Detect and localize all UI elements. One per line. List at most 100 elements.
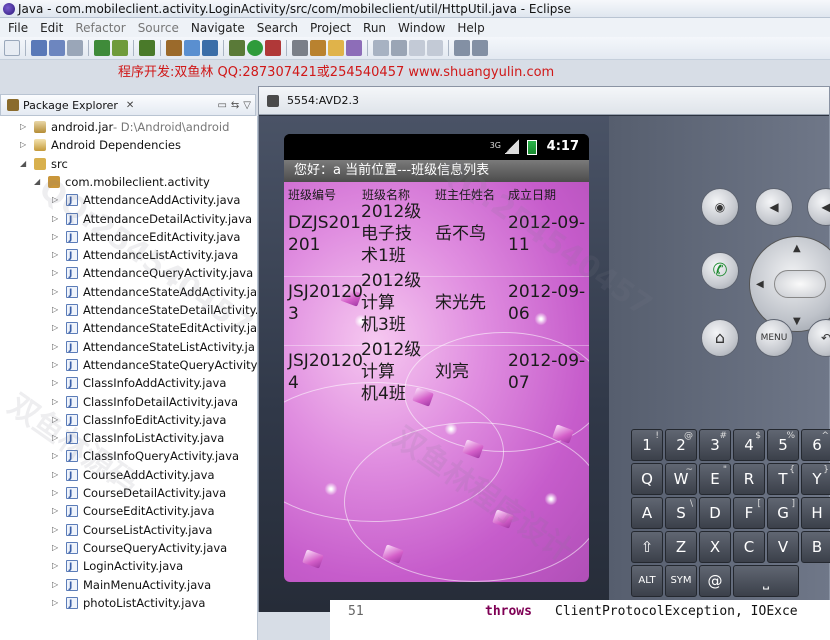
save-icon[interactable] [31,40,47,56]
key[interactable]: @ [699,565,731,597]
tree-item[interactable]: ▷ CourseAddActivity.java [0,466,257,485]
tree-item[interactable]: ▷ AttendanceListActivity.java [0,246,257,265]
row-3-teacher[interactable]: 刘亮 [435,361,469,383]
row-1-date[interactable]: 2012-09- 11 [508,212,585,256]
collapsed-arrow-icon[interactable]: ▷ [52,429,60,447]
key[interactable]: Q [631,463,663,495]
tree-item[interactable]: ▷ AttendanceStateListActivity.ja [0,338,257,357]
collapsed-arrow-icon[interactable]: ▷ [52,594,60,612]
avd-manager-icon[interactable] [112,40,128,56]
row-2-teacher[interactable]: 宋光先 [435,292,486,314]
collapsed-arrow-icon[interactable]: ▷ [52,356,60,374]
collapsed-arrow-icon[interactable]: ▷ [52,374,60,392]
key[interactable]: F[ [733,497,765,529]
camera-button[interactable]: ◉ [701,188,739,226]
tree-item[interactable]: ◢ com.mobileclient.activity [0,173,257,191]
folder-icon[interactable] [328,40,344,56]
tree-item[interactable]: ▷ ClassInfoDetailActivity.java [0,393,257,412]
volume-down-button[interactable]: ◀ [755,188,793,226]
key[interactable]: T{ [767,463,799,495]
row-2-code[interactable]: JSJ20120 3 [288,281,363,325]
tab-package-explorer[interactable]: Package Explorer ✕ [7,99,134,112]
tree-item[interactable]: ▷ AttendanceDetailActivity.java [0,210,257,229]
tree-item[interactable]: ▷ Android Dependencies [0,136,257,154]
expanded-arrow-icon[interactable]: ◢ [34,173,42,191]
collapsed-arrow-icon[interactable]: ▷ [52,319,60,337]
lint-icon[interactable] [139,40,155,56]
tree-item[interactable]: ▷ CourseEditActivity.java [0,502,257,521]
key[interactable]: 3 # [699,429,731,461]
row-3-name[interactable]: 2012级 计算 机4班 [361,339,421,405]
tree-item[interactable]: ▷ photoListActivity.java [0,594,257,613]
row-3-code[interactable]: JSJ20120 4 [288,350,363,394]
menu-item-file[interactable]: File [2,21,34,35]
next-annotation-icon[interactable] [409,40,425,56]
collapsed-arrow-icon[interactable]: ▷ [52,301,60,319]
collapsed-arrow-icon[interactable]: ▷ [52,447,60,465]
menu-item-search[interactable]: Search [251,21,304,35]
tree-item[interactable]: ▷ ClassInfoAddActivity.java [0,374,257,393]
close-icon[interactable]: ✕ [126,100,134,111]
tree-item[interactable]: ▷ CourseDetailActivity.java [0,484,257,503]
key[interactable]: D [699,497,731,529]
collapsed-arrow-icon[interactable]: ▷ [52,393,60,411]
menu-item-help[interactable]: Help [451,21,490,35]
tree-item[interactable]: ▷ AttendanceQueryActivity.java [0,264,257,283]
dpad-center[interactable] [774,270,826,298]
prev-annotation-icon[interactable] [427,40,443,56]
print-icon[interactable] [67,40,83,56]
menu-item-refactor[interactable]: Refactor [69,21,131,35]
tree-item[interactable]: ▷ AttendanceStateDetailActivity. [0,301,257,320]
collapsed-arrow-icon[interactable]: ▷ [52,411,60,429]
collapsed-arrow-icon[interactable]: ▷ [20,136,28,154]
key[interactable]: A [631,497,663,529]
edit-icon[interactable] [346,40,362,56]
expanded-arrow-icon[interactable]: ◢ [20,155,28,173]
collapsed-arrow-icon[interactable]: ▷ [52,191,60,209]
view-menu-icon[interactable]: ▽ [243,100,251,111]
key[interactable]: ALT [631,565,663,597]
menu-item-navigate[interactable]: Navigate [185,21,251,35]
tree-item[interactable]: ▷ AttendanceEditActivity.java [0,228,257,247]
back-icon[interactable] [454,40,470,56]
back-button[interactable]: ↶ [807,319,830,357]
call-button[interactable]: ✆ [701,252,739,290]
dpad[interactable]: ▲ ▼ ◀ ▶ [749,236,830,332]
debug-icon[interactable] [229,40,245,56]
row-2-name[interactable]: 2012级 计算 机3班 [361,270,421,336]
key[interactable]: V [767,531,799,563]
collapsed-arrow-icon[interactable]: ▷ [52,539,60,557]
collapsed-arrow-icon[interactable]: ▷ [52,557,60,575]
search-icon[interactable] [292,40,308,56]
menu-button[interactable]: MENU [755,319,793,357]
tree-item[interactable]: ▷ AttendanceStateEditActivity.ja [0,319,257,338]
tree-item[interactable]: ▷ MainMenuActivity.java [0,576,257,595]
tree-item[interactable]: ▷ AttendanceAddActivity.java [0,191,257,210]
key[interactable]: 5% [767,429,799,461]
home-button[interactable]: ⌂ [701,319,739,357]
open-folder-icon[interactable] [310,40,326,56]
run-icon[interactable] [247,40,263,56]
key[interactable]: SYM [665,565,697,597]
dpad-left-icon[interactable]: ◀ [756,279,764,290]
new-package-icon[interactable] [166,40,182,56]
collapsed-arrow-icon[interactable]: ▷ [52,576,60,594]
row-1-code[interactable]: DZJS201 201 [288,212,361,256]
forward-icon[interactable] [472,40,488,56]
volume-up-button[interactable]: ◀ [807,188,830,226]
tree-item[interactable]: ▷ ClassInfoListActivity.java [0,429,257,448]
tree-item[interactable]: ▷ ClassInfoQueryActivity.java [0,447,257,466]
menu-item-project[interactable]: Project [304,21,357,35]
new-icon[interactable] [4,40,20,56]
dpad-up-icon[interactable]: ▲ [793,243,801,254]
tree-item[interactable]: ◢ src [0,155,257,173]
collapsed-arrow-icon[interactable]: ▷ [52,210,60,228]
key[interactable]: ⎵ [733,565,799,597]
key[interactable]: S \ [665,497,697,529]
collapsed-arrow-icon[interactable]: ▷ [20,118,28,136]
collapsed-arrow-icon[interactable]: ▷ [52,338,60,356]
tree-item[interactable]: ▷ AttendanceStateAddActivity.ja [0,283,257,302]
key[interactable]: R [733,463,765,495]
menu-item-window[interactable]: Window [392,21,451,35]
key[interactable]: W ~ [665,463,697,495]
